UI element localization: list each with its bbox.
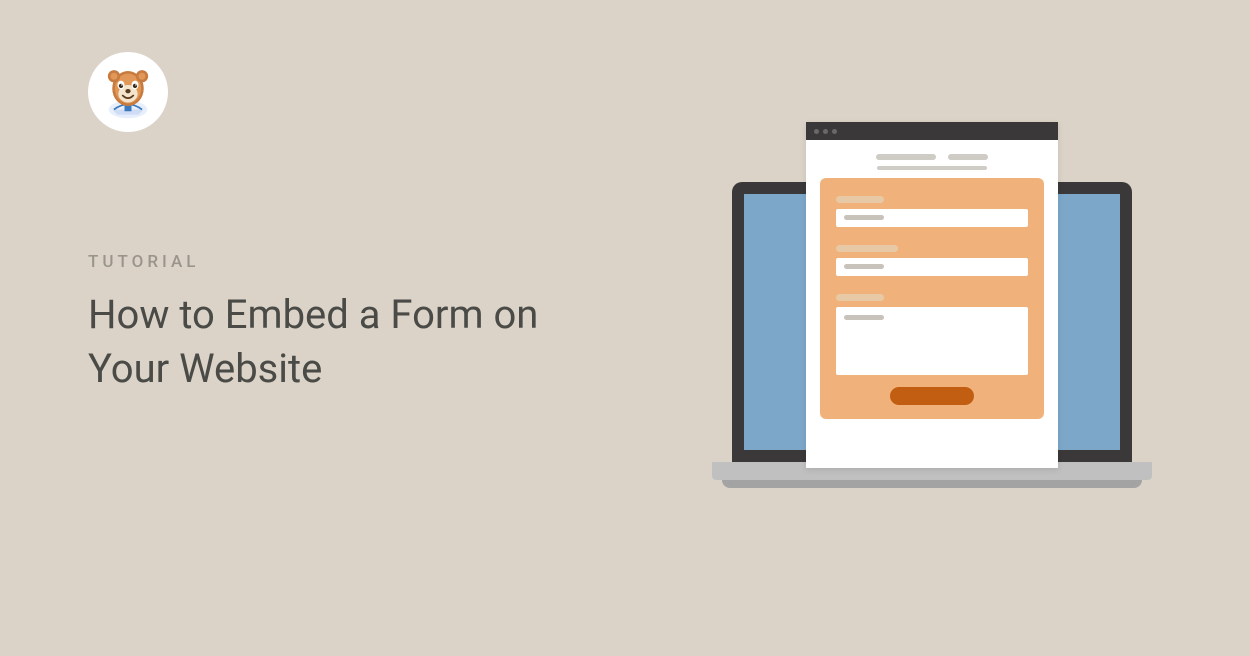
text-input-placeholder <box>836 258 1028 276</box>
browser-titlebar <box>806 122 1058 140</box>
window-dot-icon <box>823 129 828 134</box>
field-label-placeholder <box>836 245 898 252</box>
browser-window <box>806 122 1058 468</box>
submit-button-placeholder <box>890 387 974 405</box>
field-label-placeholder <box>836 294 884 301</box>
brand-logo <box>88 52 168 132</box>
textarea-placeholder <box>836 307 1028 375</box>
page-title: How to Embed a Form on Your Website <box>88 288 588 396</box>
field-label-placeholder <box>836 196 884 203</box>
placeholder-line <box>948 154 988 160</box>
page-heading-placeholder <box>820 154 1044 160</box>
placeholder-line <box>844 215 884 220</box>
placeholder-line <box>877 166 987 170</box>
placeholder-line <box>876 154 936 160</box>
text-input-placeholder <box>836 209 1028 227</box>
placeholder-line <box>844 315 884 320</box>
window-dot-icon <box>832 129 837 134</box>
page-subheading-placeholder <box>820 166 1044 170</box>
heading-block: TUTORIAL How to Embed a Form on Your Web… <box>88 252 588 396</box>
window-dot-icon <box>814 129 819 134</box>
placeholder-line <box>844 264 884 269</box>
browser-body <box>806 140 1058 429</box>
hero-illustration <box>712 122 1152 502</box>
bear-mascot-icon <box>100 64 156 120</box>
embedded-form <box>820 178 1044 419</box>
category-eyebrow: TUTORIAL <box>88 252 588 272</box>
